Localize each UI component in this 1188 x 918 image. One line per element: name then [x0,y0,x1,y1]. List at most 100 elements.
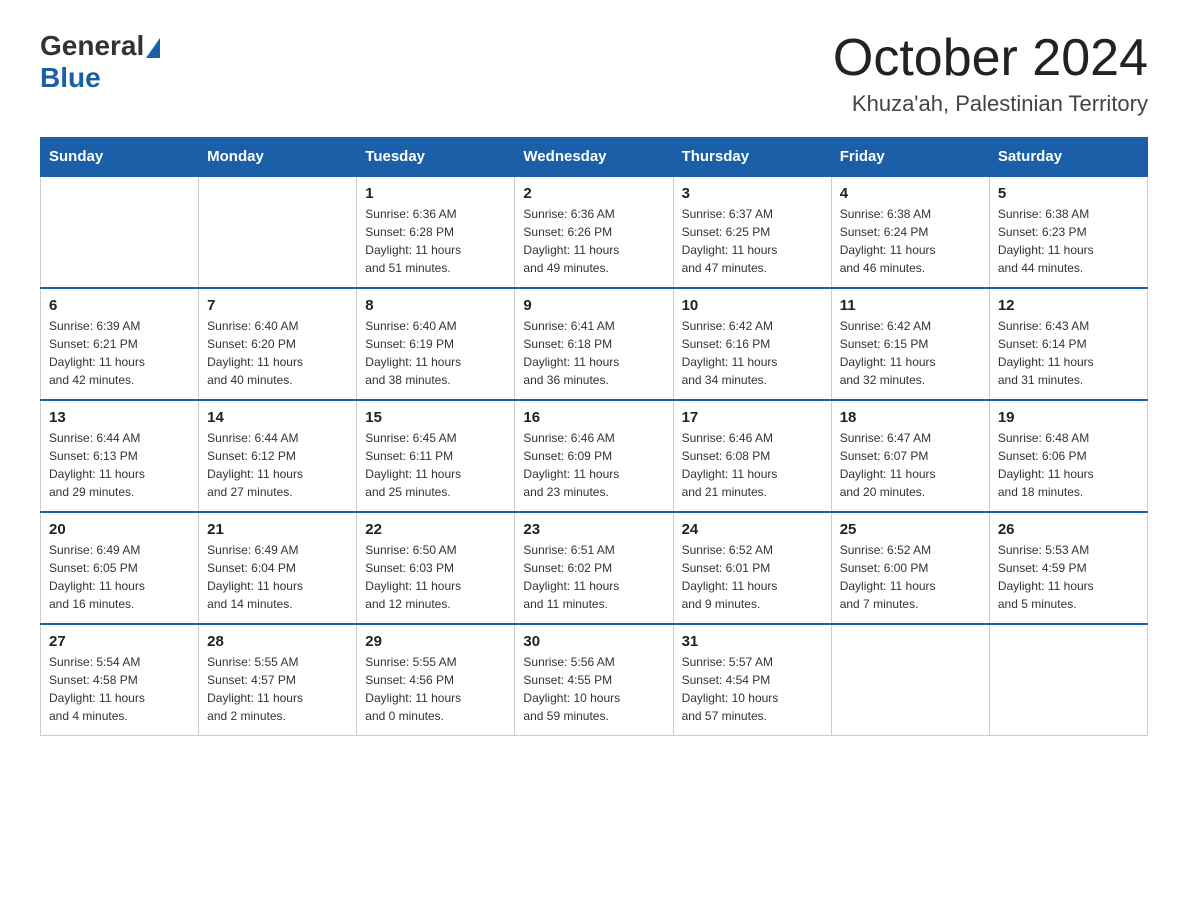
day-info: Sunrise: 6:46 AM Sunset: 6:08 PM Dayligh… [682,429,823,501]
day-number: 11 [840,297,981,314]
calendar-cell: 19 Sunrise: 6:48 AM Sunset: 6:06 PM Dayli… [989,400,1147,512]
day-number: 29 [365,633,506,650]
day-info: Sunrise: 6:48 AM Sunset: 6:06 PM Dayligh… [998,429,1139,501]
day-number: 27 [49,633,190,650]
calendar-cell: 2 Sunrise: 6:36 AM Sunset: 6:26 PM Daylig… [515,176,673,288]
day-info: Sunrise: 6:52 AM Sunset: 6:01 PM Dayligh… [682,541,823,613]
calendar-cell: 14 Sunrise: 6:44 AM Sunset: 6:12 PM Dayli… [199,400,357,512]
calendar-cell: 1 Sunrise: 6:36 AM Sunset: 6:28 PM Daylig… [357,176,515,288]
day-info: Sunrise: 6:49 AM Sunset: 6:04 PM Dayligh… [207,541,348,613]
calendar-cell: 16 Sunrise: 6:46 AM Sunset: 6:09 PM Dayli… [515,400,673,512]
calendar-cell: 8 Sunrise: 6:40 AM Sunset: 6:19 PM Daylig… [357,288,515,400]
calendar-cell: 17 Sunrise: 6:46 AM Sunset: 6:08 PM Dayli… [673,400,831,512]
calendar-cell: 6 Sunrise: 6:39 AM Sunset: 6:21 PM Daylig… [41,288,199,400]
day-number: 26 [998,521,1139,538]
weekday-header-saturday: Saturday [989,138,1147,177]
page-header: General Blue October 2024 Khuza'ah, Pale… [40,30,1148,117]
calendar-cell: 27 Sunrise: 5:54 AM Sunset: 4:58 PM Dayli… [41,624,199,736]
calendar-cell: 24 Sunrise: 6:52 AM Sunset: 6:01 PM Dayli… [673,512,831,624]
calendar-cell: 31Sunrise: 5:57 AM Sunset: 4:54 PM Dayli… [673,624,831,736]
day-info: Sunrise: 6:39 AM Sunset: 6:21 PM Dayligh… [49,317,190,389]
day-info: Sunrise: 6:52 AM Sunset: 6:00 PM Dayligh… [840,541,981,613]
day-info: Sunrise: 6:50 AM Sunset: 6:03 PM Dayligh… [365,541,506,613]
day-info: Sunrise: 6:44 AM Sunset: 6:13 PM Dayligh… [49,429,190,501]
day-info: Sunrise: 6:36 AM Sunset: 6:28 PM Dayligh… [365,205,506,277]
day-number: 15 [365,409,506,426]
day-info: Sunrise: 6:47 AM Sunset: 6:07 PM Dayligh… [840,429,981,501]
weekday-header-wednesday: Wednesday [515,138,673,177]
day-info: Sunrise: 6:42 AM Sunset: 6:15 PM Dayligh… [840,317,981,389]
day-number: 10 [682,297,823,314]
week-row-0: 1 Sunrise: 6:36 AM Sunset: 6:28 PM Daylig… [41,176,1148,288]
day-number: 23 [523,521,664,538]
week-row-1: 6 Sunrise: 6:39 AM Sunset: 6:21 PM Daylig… [41,288,1148,400]
day-number: 18 [840,409,981,426]
weekday-header-thursday: Thursday [673,138,831,177]
calendar-cell [199,176,357,288]
calendar-cell: 18 Sunrise: 6:47 AM Sunset: 6:07 PM Dayli… [831,400,989,512]
day-info: Sunrise: 6:51 AM Sunset: 6:02 PM Dayligh… [523,541,664,613]
calendar-cell: 11 Sunrise: 6:42 AM Sunset: 6:15 PM Dayli… [831,288,989,400]
calendar-cell: 25 Sunrise: 6:52 AM Sunset: 6:00 PM Dayli… [831,512,989,624]
weekday-header-row: SundayMondayTuesdayWednesdayThursdayFrid… [41,138,1148,177]
day-info: Sunrise: 6:44 AM Sunset: 6:12 PM Dayligh… [207,429,348,501]
day-number: 4 [840,185,981,202]
day-number: 17 [682,409,823,426]
weekday-header-friday: Friday [831,138,989,177]
calendar-cell: 13 Sunrise: 6:44 AM Sunset: 6:13 PM Dayli… [41,400,199,512]
day-info: Sunrise: 5:53 AM Sunset: 4:59 PM Dayligh… [998,541,1139,613]
calendar-cell: 29 Sunrise: 5:55 AM Sunset: 4:56 PM Dayli… [357,624,515,736]
calendar-cell: 12 Sunrise: 6:43 AM Sunset: 6:14 PM Dayli… [989,288,1147,400]
day-info: Sunrise: 6:41 AM Sunset: 6:18 PM Dayligh… [523,317,664,389]
logo-general-text: General [40,30,144,62]
day-info: Sunrise: 6:37 AM Sunset: 6:25 PM Dayligh… [682,205,823,277]
day-info: Sunrise: 5:54 AM Sunset: 4:58 PM Dayligh… [49,653,190,725]
day-info: Sunrise: 6:46 AM Sunset: 6:09 PM Dayligh… [523,429,664,501]
day-number: 2 [523,185,664,202]
week-row-2: 13 Sunrise: 6:44 AM Sunset: 6:13 PM Dayli… [41,400,1148,512]
day-info: Sunrise: 5:55 AM Sunset: 4:56 PM Dayligh… [365,653,506,725]
calendar-cell: 28Sunrise: 5:55 AM Sunset: 4:57 PM Dayli… [199,624,357,736]
day-info: Sunrise: 6:40 AM Sunset: 6:19 PM Dayligh… [365,317,506,389]
day-info: Sunrise: 6:45 AM Sunset: 6:11 PM Dayligh… [365,429,506,501]
week-row-4: 27 Sunrise: 5:54 AM Sunset: 4:58 PM Dayli… [41,624,1148,736]
day-number: 25 [840,521,981,538]
day-number: 6 [49,297,190,314]
day-info: Sunrise: 6:36 AM Sunset: 6:26 PM Dayligh… [523,205,664,277]
day-info: Sunrise: 6:40 AM Sunset: 6:20 PM Dayligh… [207,317,348,389]
day-info: Sunrise: 6:43 AM Sunset: 6:14 PM Dayligh… [998,317,1139,389]
day-number: 16 [523,409,664,426]
calendar-table: SundayMondayTuesdayWednesdayThursdayFrid… [40,137,1148,736]
day-number: 12 [998,297,1139,314]
day-info: Sunrise: 5:56 AM Sunset: 4:55 PM Dayligh… [523,653,664,725]
day-number: 5 [998,185,1139,202]
day-info: Sunrise: 5:55 AM Sunset: 4:57 PM Dayligh… [207,653,348,725]
day-number: 22 [365,521,506,538]
day-number: 13 [49,409,190,426]
calendar-cell: 23 Sunrise: 6:51 AM Sunset: 6:02 PM Dayli… [515,512,673,624]
day-number: 7 [207,297,348,314]
day-info: Sunrise: 5:57 AM Sunset: 4:54 PM Dayligh… [682,653,823,725]
calendar-cell: 30 Sunrise: 5:56 AM Sunset: 4:55 PM Dayli… [515,624,673,736]
day-info: Sunrise: 6:42 AM Sunset: 6:16 PM Dayligh… [682,317,823,389]
title-block: October 2024 Khuza'ah, Palestinian Terri… [833,30,1148,117]
day-number: 8 [365,297,506,314]
calendar-cell: 7 Sunrise: 6:40 AM Sunset: 6:20 PM Daylig… [199,288,357,400]
day-number: 30 [523,633,664,650]
month-title: October 2024 [833,30,1148,87]
calendar-cell: 3Sunrise: 6:37 AM Sunset: 6:25 PM Daylig… [673,176,831,288]
day-number: 19 [998,409,1139,426]
day-number: 21 [207,521,348,538]
calendar-cell [831,624,989,736]
day-number: 14 [207,409,348,426]
calendar-cell: 21 Sunrise: 6:49 AM Sunset: 6:04 PM Dayli… [199,512,357,624]
calendar-cell: 22 Sunrise: 6:50 AM Sunset: 6:03 PM Dayli… [357,512,515,624]
calendar-cell [41,176,199,288]
day-number: 9 [523,297,664,314]
calendar-cell [989,624,1147,736]
day-info: Sunrise: 6:38 AM Sunset: 6:23 PM Dayligh… [998,205,1139,277]
calendar-cell: 4Sunrise: 6:38 AM Sunset: 6:24 PM Daylig… [831,176,989,288]
logo-blue-text: Blue [40,62,101,94]
day-number: 24 [682,521,823,538]
day-number: 1 [365,185,506,202]
